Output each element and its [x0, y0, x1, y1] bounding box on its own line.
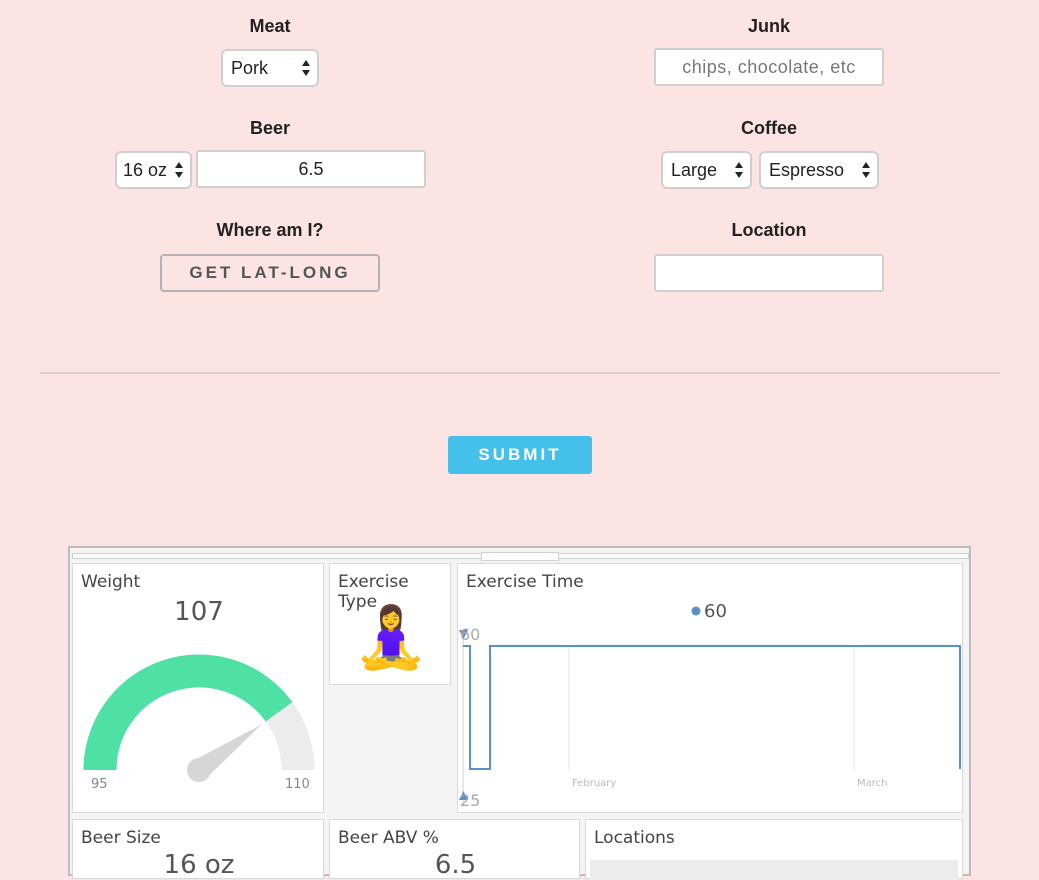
- exercise-type-tile: Exercise Type 🧘‍♀️: [329, 563, 451, 685]
- locations-map[interactable]: [590, 860, 958, 880]
- get-lat-long-button[interactable]: GET LAT-LONG: [160, 254, 380, 292]
- locations-title: Locations: [594, 828, 675, 848]
- beer-abv-tile: Beer ABV % 6.5: [329, 819, 580, 879]
- coffee-label: Coffee: [649, 118, 889, 139]
- gauge-min-label: 95: [91, 777, 108, 792]
- select-arrows-icon: [734, 159, 744, 181]
- meat-select[interactable]: Pork: [221, 49, 319, 87]
- location-label: Location: [649, 220, 889, 241]
- beer-size-title: Beer Size: [81, 828, 161, 848]
- beer-abv-title: Beer ABV %: [338, 828, 439, 848]
- locations-tile: Locations: [585, 819, 963, 879]
- beer-size-value: 16 oz: [73, 850, 325, 880]
- gauge-fill: [100, 671, 279, 770]
- gauge-max-label: 110: [285, 777, 310, 792]
- y-min-label: 25: [460, 791, 480, 810]
- location-input[interactable]: [654, 254, 884, 292]
- meat-label: Meat: [150, 16, 390, 37]
- weight-tile: Weight 107 95 110: [72, 563, 324, 813]
- select-arrows-icon: [301, 57, 311, 79]
- junk-input-placeholder: chips, chocolate, etc: [682, 57, 856, 78]
- person-in-lotus-position-icon: 🧘‍♀️: [330, 602, 452, 674]
- beer-size-select-value: 16 oz: [123, 160, 167, 181]
- beer-label: Beer: [150, 118, 390, 139]
- gauge-needle: [187, 724, 262, 782]
- junk-label: Junk: [649, 16, 889, 37]
- coffee-size-select-value: Large: [671, 160, 717, 181]
- submit-button[interactable]: SUBMIT: [448, 436, 592, 474]
- beer-abv-value: 6.5: [330, 850, 581, 880]
- exercise-time-tile: Exercise Time 60 60 25 February March: [457, 563, 963, 813]
- coffee-type-select-value: Espresso: [769, 160, 844, 181]
- beer-abv-input[interactable]: 6.5: [196, 150, 426, 188]
- legend-dot: [692, 607, 701, 616]
- x-label-march: March: [857, 778, 887, 789]
- select-arrows-icon: [174, 159, 184, 181]
- coffee-size-select[interactable]: Large: [661, 151, 752, 189]
- beer-size-tile: Beer Size 16 oz: [72, 819, 324, 879]
- y-max-label: 60: [460, 625, 480, 644]
- form-divider: [40, 372, 1000, 374]
- series-line: [463, 646, 960, 769]
- beer-abv-input-value: 6.5: [298, 159, 323, 180]
- beer-size-select[interactable]: 16 oz: [115, 151, 192, 189]
- select-arrows-icon: [861, 159, 871, 181]
- x-label-february: February: [572, 778, 616, 789]
- junk-input[interactable]: chips, chocolate, etc: [654, 48, 884, 86]
- meat-select-value: Pork: [231, 58, 268, 79]
- legend-value: 60: [704, 601, 727, 622]
- dashboard-collapse-tab[interactable]: [481, 552, 559, 561]
- coffee-type-select[interactable]: Espresso: [759, 151, 879, 189]
- where-label: Where am I?: [150, 220, 390, 241]
